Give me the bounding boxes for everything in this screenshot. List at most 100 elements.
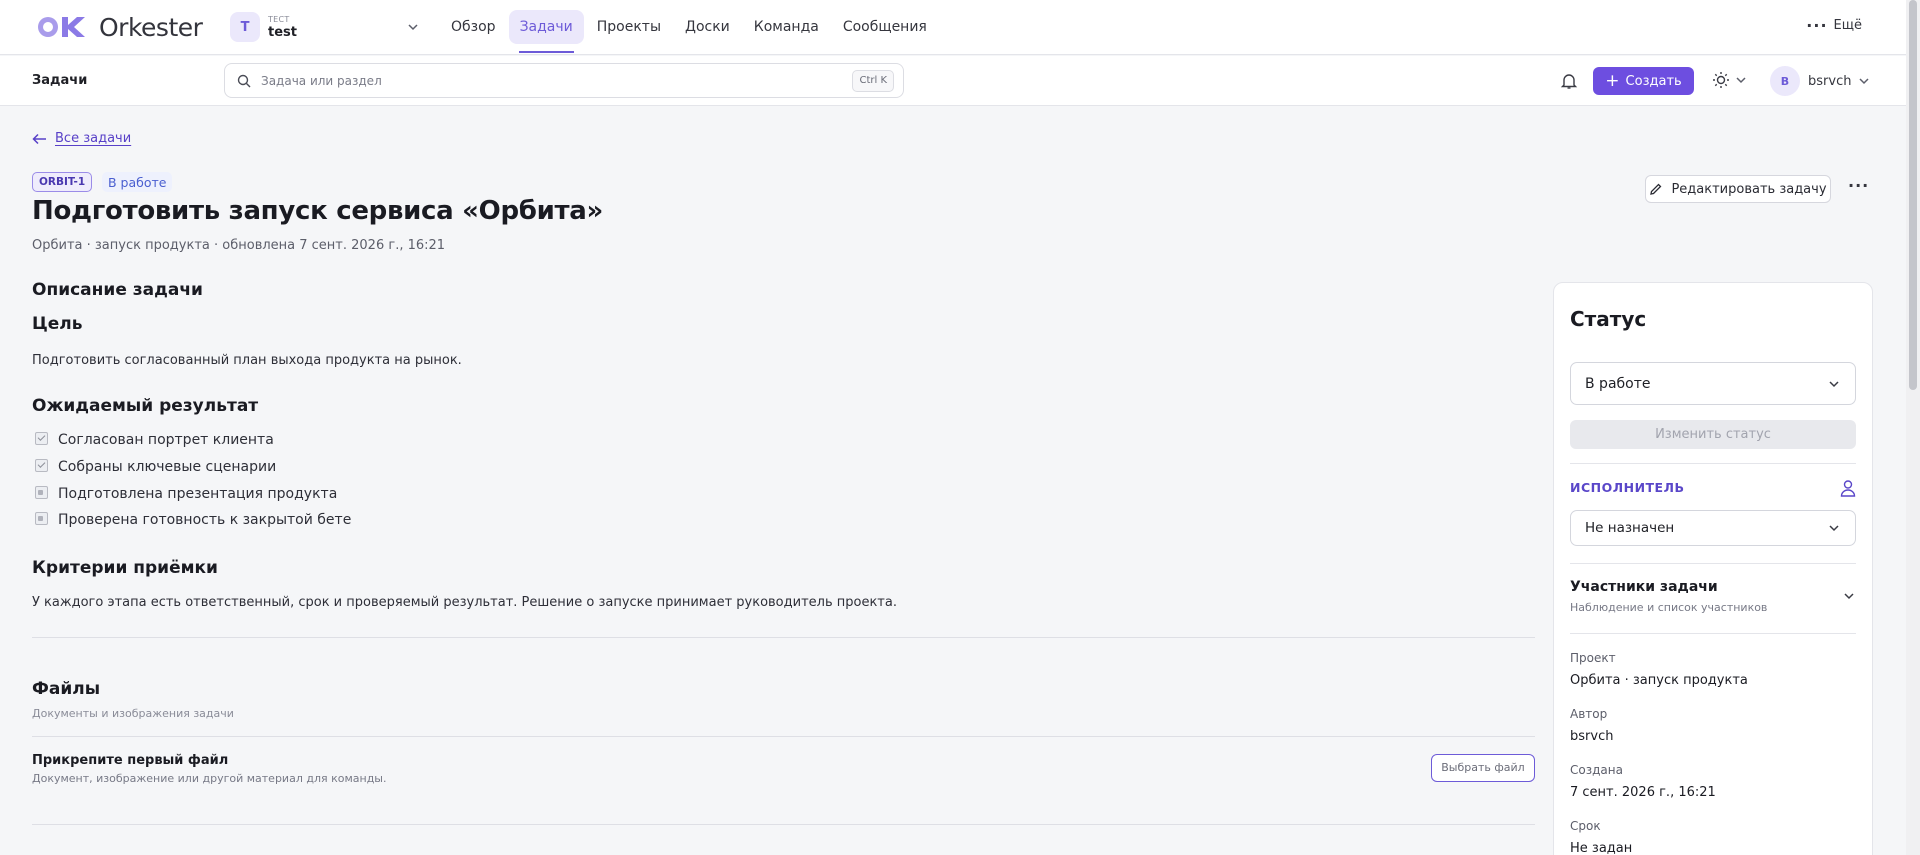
page-scrollbar[interactable] — [1906, 0, 1920, 855]
nav-team[interactable]: Команда — [743, 10, 830, 44]
attach-subtitle: Документ, изображение или другой материа… — [32, 772, 387, 785]
checkbox-unchecked[interactable] — [35, 485, 48, 499]
participants-heading[interactable]: Участники задачи — [1570, 579, 1718, 595]
panel-divider — [1570, 633, 1856, 634]
orkester-logo-icon — [38, 17, 85, 37]
nav-boards[interactable]: Доски — [674, 10, 741, 44]
checklist-label: Собраны ключевые сценарии — [58, 459, 277, 475]
create-label: Создать — [1625, 73, 1682, 89]
goal-text: Подготовить согласованный план выхода пр… — [32, 353, 462, 368]
change-status-button[interactable]: Изменить статус — [1570, 420, 1856, 449]
arrow-left-icon — [32, 133, 46, 144]
scrollbar-thumb[interactable] — [1909, 0, 1917, 390]
assignee-heading: ИСПОЛНИТЕЛЬ — [1570, 480, 1685, 495]
checkbox-unchecked[interactable] — [35, 511, 48, 525]
avatar: B — [1770, 66, 1800, 96]
choose-file-button[interactable]: Выбрать файл — [1431, 754, 1535, 782]
page-title: Подготовить запуск сервиса «Орбита» — [32, 196, 604, 226]
main-nav: Обзор Задачи Проекты Доски Команда Сообщ… — [440, 0, 940, 55]
files-subtitle: Документы и изображения задачи — [32, 707, 234, 720]
checkbox-checked[interactable] — [35, 458, 48, 472]
panel-title: Статус — [1570, 307, 1647, 331]
sun-icon — [1713, 72, 1729, 88]
checklist-label: Проверена готовность к закрытой бете — [58, 512, 352, 528]
person-icon[interactable] — [1840, 479, 1856, 497]
field-value-author: bsrvch — [1570, 729, 1614, 744]
status-select-value: В работе — [1585, 375, 1651, 392]
field-value-project: Орбита · запуск продукта — [1570, 673, 1748, 688]
app-name: Orkester — [99, 12, 203, 42]
result-heading: Ожидаемый результат — [32, 396, 259, 416]
checkbox-checked[interactable] — [35, 431, 48, 445]
checklist-label: Согласован портрет клиента — [58, 432, 274, 448]
panel-divider — [1570, 463, 1856, 464]
edit-task-button[interactable]: Редактировать задачу — [1645, 175, 1831, 203]
assignee-select[interactable]: Не назначен — [1570, 510, 1856, 546]
more-actions-icon[interactable]: ··· — [1848, 176, 1869, 195]
nav-tasks[interactable]: Задачи — [508, 10, 584, 53]
back-to-tasks-link[interactable]: Все задачи — [32, 131, 131, 146]
search-input[interactable]: Задача или раздел Ctrl K — [224, 63, 904, 98]
files-heading: Файлы — [32, 679, 101, 699]
back-label: Все задачи — [55, 131, 132, 146]
status-badge: В работе — [102, 172, 173, 192]
description-heading: Описание задачи — [32, 280, 203, 300]
section-divider — [32, 637, 1535, 638]
participants-subtitle: Наблюдение и список участников — [1570, 601, 1768, 614]
goal-heading: Цель — [32, 314, 83, 334]
nav-messages[interactable]: Сообщения — [832, 10, 938, 44]
files-bottom-divider — [32, 824, 1535, 825]
app-logo[interactable]: Orkester — [34, 13, 210, 42]
nav-projects[interactable]: Проекты — [586, 10, 672, 44]
plus-icon: + — [1605, 71, 1620, 91]
edit-task-label: Редактировать задачу — [1671, 181, 1827, 197]
theme-toggle[interactable] — [1712, 71, 1748, 89]
status-select[interactable]: В работе — [1570, 362, 1856, 405]
assignee-select-value: Не назначен — [1585, 520, 1675, 536]
workspace-name: test — [268, 24, 297, 40]
files-divider — [32, 736, 1535, 737]
workspace-label: ТЕСТ — [268, 14, 290, 24]
top-navbar: Orkester T ТЕСТ test Обзор Задачи Проект… — [0, 0, 1906, 55]
sub-header: Задачи Задача или раздел Ctrl K + Создат… — [0, 56, 1906, 106]
search-placeholder: Задача или раздел — [261, 73, 382, 88]
checklist-item[interactable]: Подготовлена презентация продукта — [32, 485, 338, 502]
attach-title: Прикрепите первый файл — [32, 753, 229, 768]
task-id-badge: ORBIT-1 — [32, 172, 93, 192]
field-value-due: Не задан — [1570, 841, 1633, 855]
search-icon — [237, 74, 251, 87]
more-dots-icon: ··· — [1806, 15, 1828, 35]
field-value-created: 7 сент. 2026 г., 16:21 — [1570, 785, 1716, 800]
chevron-down-icon[interactable] — [1842, 589, 1856, 603]
more-label: Ещё — [1833, 18, 1862, 33]
user-name: bsrvch — [1808, 73, 1852, 89]
pencil-icon — [1650, 183, 1662, 195]
task-sidebar-panel: Статус В работе Изменить статус ИСПОЛНИТ… — [1553, 282, 1873, 855]
notifications-bell-icon[interactable] — [1560, 72, 1578, 90]
checklist-item[interactable]: Согласован портрет клиента — [32, 431, 274, 448]
search-shortcut: Ctrl K — [852, 70, 894, 92]
nav-overview[interactable]: Обзор — [440, 10, 507, 44]
criteria-heading: Критерии приёмки — [32, 558, 218, 578]
task-meta: Орбита · запуск продукта · обновлена 7 с… — [32, 238, 446, 253]
chevron-down-icon — [1829, 380, 1839, 387]
checklist-item[interactable]: Проверена готовность к закрытой бете — [32, 511, 352, 528]
field-label-due: Срок — [1570, 819, 1601, 833]
field-label-author: Автор — [1570, 707, 1608, 721]
chevron-down-icon — [1829, 525, 1839, 532]
checklist-item[interactable]: Собраны ключевые сценарии — [32, 458, 277, 475]
chevron-down-icon — [1859, 78, 1869, 85]
chevron-down-icon — [408, 24, 418, 31]
field-label-project: Проект — [1570, 651, 1616, 665]
workspace-avatar: T — [230, 12, 260, 42]
checklist-label: Подготовлена презентация продукта — [58, 486, 338, 502]
chevron-down-icon — [1736, 77, 1746, 84]
section-title: Задачи — [32, 73, 88, 88]
workspace-switcher[interactable]: T ТЕСТ test — [230, 9, 420, 45]
more-menu-button[interactable]: ··· Ещё — [1806, 15, 1862, 35]
user-menu[interactable]: B bsrvch — [1770, 66, 1871, 96]
create-button[interactable]: + Создать — [1593, 67, 1694, 95]
field-label-created: Создана — [1570, 763, 1623, 777]
criteria-text: У каждого этапа есть ответственный, срок… — [32, 595, 897, 610]
panel-divider — [1570, 563, 1856, 564]
